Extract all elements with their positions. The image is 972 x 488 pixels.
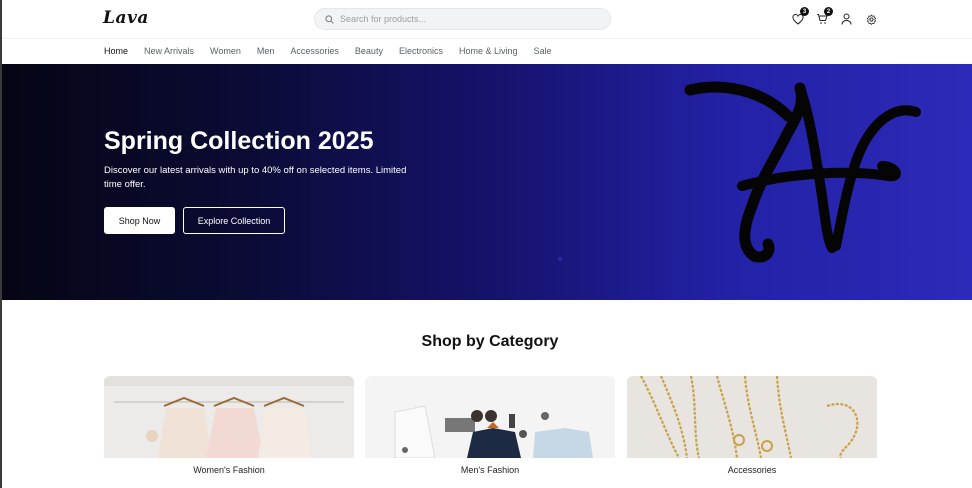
settings-button[interactable] (863, 11, 879, 27)
nav-list: Home New Arrivals Women Men Accessories … (104, 46, 568, 56)
category-label: Men's Fashion (460, 465, 520, 475)
logo[interactable]: Lava (103, 8, 149, 28)
nav-item-home[interactable]: Home (104, 46, 128, 56)
category-card-accessories[interactable]: Accessories (627, 376, 877, 488)
nav-item-beauty[interactable]: Beauty (355, 46, 383, 56)
search-input[interactable] (340, 14, 600, 24)
cart-button[interactable]: 2 (814, 7, 833, 27)
carousel-indicator[interactable] (558, 257, 562, 261)
hero-subtitle: Discover our latest arrivals with up to … (104, 165, 407, 190)
nav-item-accessories[interactable]: Accessories (290, 46, 339, 56)
category-card-mens-fashion[interactable]: Men's Fashion (365, 376, 615, 488)
nav-item-men[interactable]: Men (257, 46, 275, 56)
account-button[interactable] (838, 11, 854, 27)
main-nav: Home New Arrivals Women Men Accessories … (2, 38, 972, 64)
page: Lava 3 2 Home (0, 0, 972, 488)
hero-title: Spring Collection 2025 (104, 127, 374, 155)
nav-item-women[interactable]: Women (210, 46, 241, 56)
section-title: Shop by Category (421, 333, 559, 350)
search-bar[interactable] (314, 8, 611, 30)
header: Lava 3 2 (2, 0, 972, 38)
hero-logo-artwork (684, 81, 921, 263)
category-image-accessories (627, 376, 877, 458)
cart-count-badge: 2 (824, 7, 833, 16)
hero-banner: Spring Collection 2025 Discover our late… (2, 64, 972, 300)
explore-collection-button[interactable]: Explore Collection (183, 207, 285, 234)
category-card-womens-fashion[interactable]: Women's Fashion (104, 376, 354, 488)
category-image-womens-fashion (104, 376, 354, 458)
user-icon (841, 13, 851, 25)
category-image-mens-fashion (365, 376, 615, 458)
nav-item-new-arrivals[interactable]: New Arrivals (144, 46, 194, 56)
nav-item-home-living[interactable]: Home & Living (459, 46, 518, 56)
nav-item-sale[interactable]: Sale (534, 46, 552, 56)
nav-item-electronics[interactable]: Electronics (399, 46, 443, 56)
wishlist-button[interactable]: 3 (790, 7, 809, 27)
category-label: Women's Fashion (193, 465, 265, 475)
wishlist-count-badge: 3 (800, 7, 809, 16)
category-label: Accessories (727, 465, 777, 475)
shop-now-button[interactable]: Shop Now (104, 207, 175, 234)
search-icon (323, 13, 335, 25)
gear-icon (866, 14, 876, 25)
